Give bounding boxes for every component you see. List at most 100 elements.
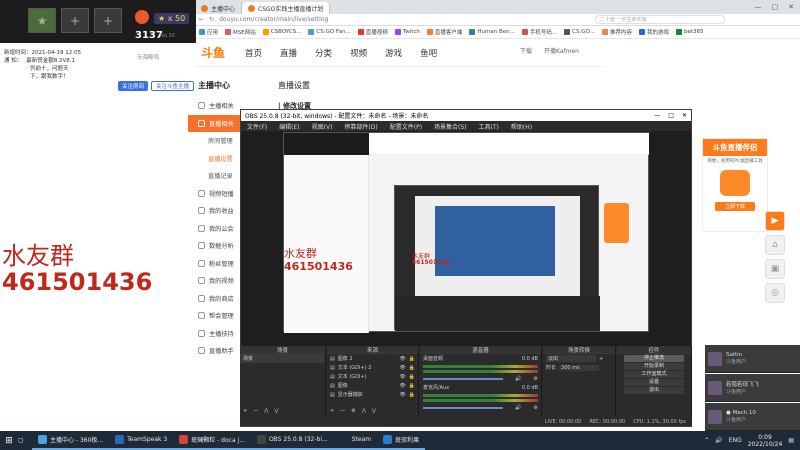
- visibility-icon[interactable]: 👁: [399, 365, 405, 371]
- nav-home[interactable]: 首页: [245, 47, 262, 59]
- bookmark-item[interactable]: 手机号码...: [521, 28, 557, 36]
- tray-chevron-icon[interactable]: ⌃: [704, 437, 709, 444]
- lock-icon[interactable]: 🔒: [409, 365, 415, 371]
- speaker-icon[interactable]: 🔊: [515, 376, 521, 382]
- taskbar-app[interactable]: Steam: [333, 431, 378, 450]
- clock-date[interactable]: 2022/10/24: [748, 441, 783, 448]
- bookmark-item[interactable]: Human Ben...: [469, 29, 515, 35]
- add-icon[interactable]: +: [330, 408, 334, 414]
- taskbar-app[interactable]: 斑驳利果: [377, 431, 426, 450]
- lock-icon[interactable]: 🔒: [409, 356, 415, 362]
- settings-icon[interactable]: ⚙: [351, 408, 355, 414]
- source-item[interactable]: ▤ 显示器捕获 👁 🔒: [327, 390, 418, 399]
- speaker-icon[interactable]: 🔊: [515, 405, 521, 411]
- source-item[interactable]: ▤ 图像 2 👁 🔒: [327, 354, 418, 363]
- clock-time[interactable]: 0:09: [748, 434, 783, 441]
- remove-icon[interactable]: —: [253, 408, 258, 414]
- nav-live[interactable]: 直播: [280, 47, 297, 59]
- obs-menu-item[interactable]: 配置文件(P): [390, 122, 422, 131]
- maximize-icon[interactable]: □: [772, 3, 779, 11]
- bookmark-item[interactable]: 我的游戏: [638, 28, 669, 36]
- visibility-icon[interactable]: 👁: [399, 392, 405, 398]
- scene-item[interactable]: 场景: [240, 354, 325, 363]
- back-icon[interactable]: ←: [199, 16, 204, 23]
- bookmark-item[interactable]: 直播客户端: [426, 28, 462, 36]
- taskbar-app[interactable]: OBS 25.0.8 (32-bi...: [250, 431, 334, 450]
- obs-control-button[interactable]: 设置: [624, 379, 684, 386]
- download-link[interactable]: 下载: [520, 46, 532, 55]
- bookmark-item[interactable]: 推荐内容: [601, 28, 632, 36]
- follow-room-button[interactable]: 关注房间: [118, 81, 149, 91]
- taskbar-app[interactable]: TeamSpeak 3: [109, 431, 174, 450]
- remove-icon[interactable]: —: [340, 408, 345, 414]
- obs-preview[interactable]: 水友群 461501436 水友群 461501436: [283, 132, 649, 333]
- visibility-icon[interactable]: 👁: [399, 356, 405, 362]
- volume-slider[interactable]: [423, 407, 503, 409]
- nav-category[interactable]: 分类: [315, 47, 332, 59]
- windows-start-icon[interactable]: ⊞: [0, 436, 18, 446]
- down-icon[interactable]: ⋁: [274, 408, 278, 414]
- home-icon[interactable]: ⌂: [765, 235, 785, 255]
- lock-icon[interactable]: 🔒: [409, 374, 415, 380]
- follow-anchor-button[interactable]: 关注斗鱼主播: [151, 81, 195, 91]
- bookmark-item[interactable]: 直播视频: [357, 28, 388, 36]
- obs-menu-item[interactable]: 场景集合(S): [434, 122, 467, 131]
- up-icon[interactable]: ⋀: [362, 408, 366, 414]
- nav-video[interactable]: 视频: [350, 47, 367, 59]
- screen-icon[interactable]: ▣: [765, 259, 785, 279]
- search-input[interactable]: 二十册 一外生命实施: [595, 15, 725, 24]
- gear-icon[interactable]: ⚙: [534, 405, 538, 411]
- refresh-icon[interactable]: ↻: [209, 16, 214, 23]
- visibility-icon[interactable]: 👁: [399, 383, 405, 389]
- down-icon[interactable]: ⋁: [372, 408, 376, 414]
- ime-indicator[interactable]: ENG: [729, 437, 742, 444]
- obs-menu-item[interactable]: 编辑(E): [279, 122, 299, 131]
- source-item[interactable]: ▤ 图像 👁 🔒: [327, 381, 418, 390]
- duration-input[interactable]: 300 ms: [559, 364, 600, 371]
- obs-control-button[interactable]: 停止推流: [624, 355, 684, 362]
- close-icon[interactable]: ✕: [788, 3, 794, 11]
- source-item[interactable]: ▤ 文本 (GDI+) 👁 🔒: [327, 372, 418, 381]
- bookmark-item[interactable]: MSE网站: [225, 28, 256, 36]
- bookmark-item[interactable]: 应用: [199, 28, 218, 36]
- lock-icon[interactable]: 🔒: [409, 392, 415, 398]
- bookmark-item[interactable]: bet365: [675, 29, 704, 35]
- maximize-icon[interactable]: □: [668, 112, 674, 119]
- obs-control-button[interactable]: 工作室模式: [624, 371, 684, 378]
- obs-menu-item[interactable]: 工具(T): [479, 122, 499, 131]
- gear-icon[interactable]: ⚙: [534, 376, 538, 382]
- minimize-icon[interactable]: —: [755, 3, 762, 11]
- lock-icon[interactable]: 🔒: [409, 383, 415, 389]
- browser-tab[interactable]: CSGO实践主播直播计划: [242, 2, 331, 14]
- add-icon[interactable]: +: [243, 408, 247, 414]
- user-menu[interactable]: 开播Kafmen: [544, 46, 579, 55]
- obs-menu-item[interactable]: 文件(F): [247, 122, 267, 131]
- bookmark-item[interactable]: Twitch: [394, 29, 420, 35]
- nav-fishbar[interactable]: 鱼吧: [420, 47, 437, 59]
- visibility-icon[interactable]: 👁: [399, 374, 405, 380]
- obs-control-button[interactable]: 开始录制: [624, 363, 684, 370]
- source-item[interactable]: ▤ 文本 (GDI+) 2 👁 🔒: [327, 363, 418, 372]
- volume-slider[interactable]: [423, 378, 503, 380]
- close-icon[interactable]: ✕: [682, 112, 687, 119]
- notification-icon[interactable]: ▤: [788, 437, 794, 444]
- taskbar-app[interactable]: 斑斓颗粒 - doca j...: [173, 431, 251, 450]
- url-field[interactable]: douyu.com/creator/main/live/setting: [219, 16, 328, 23]
- add-icon[interactable]: +: [599, 356, 603, 362]
- browser-tab[interactable]: 主播中心: [195, 2, 243, 14]
- douyu-logo[interactable]: 斗鱼: [201, 44, 225, 61]
- obs-control-button[interactable]: 退出: [624, 387, 684, 394]
- bookmark-item[interactable]: CSBOYCS...: [262, 29, 301, 35]
- bookmark-item[interactable]: CS:GO...: [564, 29, 595, 35]
- obs-menu-item[interactable]: 视图(V): [312, 122, 333, 131]
- task-view-icon[interactable]: ▢: [18, 437, 32, 444]
- nav-game[interactable]: 游戏: [385, 47, 402, 59]
- obs-menu-item[interactable]: 帮助(H): [511, 122, 532, 131]
- up-icon[interactable]: ⋀: [264, 408, 268, 414]
- minimize-icon[interactable]: —: [654, 112, 660, 119]
- bookmark-item[interactable]: CS:GO Fan...: [308, 29, 351, 35]
- obs-menu-item[interactable]: 停靠部件(D): [344, 122, 377, 131]
- volume-icon[interactable]: 🔊: [715, 437, 722, 444]
- taskbar-app[interactable]: 主播中心 - 360极...: [32, 431, 110, 450]
- headset-icon[interactable]: ◎: [765, 283, 785, 303]
